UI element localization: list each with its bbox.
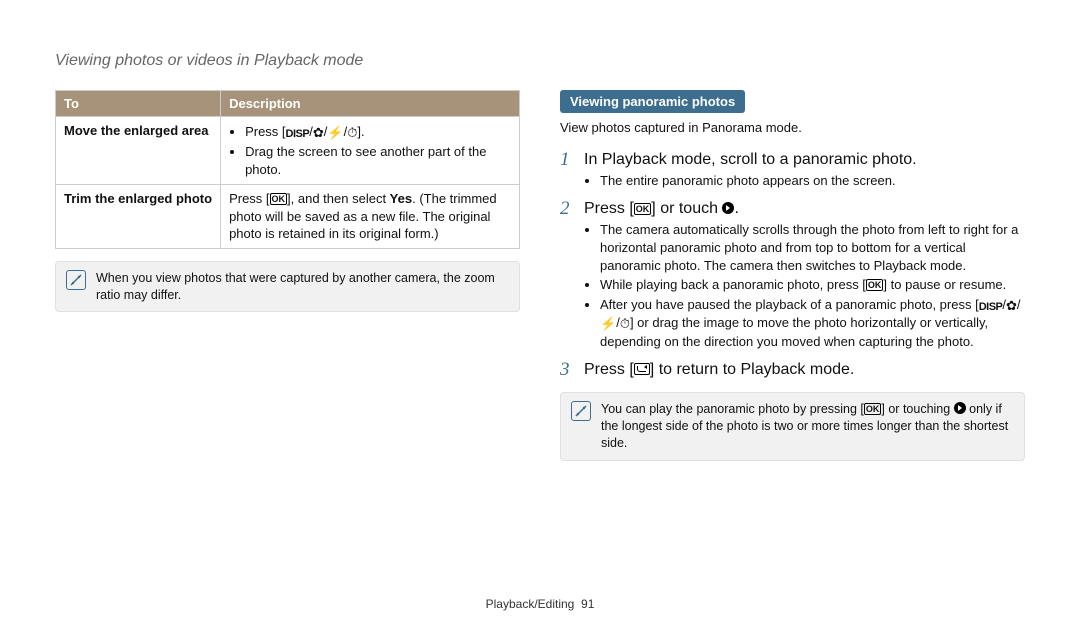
- ok-icon: OK: [270, 193, 288, 205]
- row-desc-trim: Press [OK], and then select Yes. (The tr…: [221, 185, 520, 249]
- row-label-move: Move the enlarged area: [56, 117, 221, 185]
- row-desc-move: Press [DISP/✿/⚡/⏱]. Drag the screen to s…: [221, 117, 520, 185]
- ok-icon: OK: [864, 403, 882, 415]
- step-1: In Playback mode, scroll to a panoramic …: [560, 149, 1025, 190]
- step-2-text: Press [OK] or touch .: [584, 198, 1025, 220]
- step-2: Press [OK] or touch . The camera automat…: [560, 198, 1025, 351]
- left-column: To Description Move the enlarged area Pr…: [55, 90, 520, 461]
- disp-icon: DISP: [286, 127, 310, 142]
- ok-icon: OK: [866, 279, 884, 291]
- two-column-layout: To Description Move the enlarged area Pr…: [55, 90, 1025, 461]
- left-note: When you view photos that were captured …: [55, 261, 520, 313]
- row-move-bullet-1: Press [DISP/✿/⚡/⏱].: [245, 123, 511, 142]
- row-label-trim: Trim the enlarged photo: [56, 185, 221, 249]
- step-2-sub-3: After you have paused the playback of a …: [600, 296, 1025, 351]
- flash-icon: ⚡: [600, 315, 616, 333]
- disp-icon: DISP: [979, 300, 1003, 315]
- page-title: Viewing photos or videos in Playback mod…: [55, 50, 1025, 72]
- right-note-text: You can play the panoramic photo by pres…: [601, 401, 1014, 452]
- left-note-text: When you view photos that were captured …: [96, 270, 509, 304]
- footer-page-number: 91: [581, 597, 594, 611]
- table-header-description: Description: [221, 90, 520, 117]
- ok-icon: OK: [634, 203, 652, 215]
- section-subtext: View photos captured in Panorama mode.: [560, 119, 1025, 137]
- section-heading: Viewing panoramic photos: [560, 90, 745, 114]
- step-1-sub: The entire panoramic photo appears on th…: [600, 172, 1025, 190]
- right-column: Viewing panoramic photos View photos cap…: [560, 90, 1025, 461]
- footer-section: Playback/Editing: [486, 597, 575, 611]
- play-icon: [722, 202, 734, 214]
- timer-icon: ⏱: [347, 124, 357, 142]
- table-row: Move the enlarged area Press [DISP/✿/⚡/⏱…: [56, 117, 520, 185]
- manual-page: Viewing photos or videos in Playback mod…: [0, 0, 1080, 630]
- macro-icon: ✿: [1006, 297, 1017, 315]
- back-icon: [634, 363, 650, 375]
- note-icon: [571, 401, 591, 421]
- table-row: Trim the enlarged photo Press [OK], and …: [56, 185, 520, 249]
- step-2-sub-1: The camera automatically scrolls through…: [600, 221, 1025, 274]
- note-icon: [66, 270, 86, 290]
- step-2-sub-2: While playing back a panoramic photo, pr…: [600, 276, 1025, 294]
- steps-list: In Playback mode, scroll to a panoramic …: [560, 149, 1025, 380]
- flash-icon: ⚡: [327, 124, 343, 142]
- timer-icon: ⏱: [620, 315, 630, 333]
- step-3: Press [] to return to Playback mode.: [560, 359, 1025, 381]
- page-footer: Playback/Editing 91: [0, 596, 1080, 612]
- macro-icon: ✿: [313, 124, 324, 142]
- actions-table: To Description Move the enlarged area Pr…: [55, 90, 520, 249]
- right-note: You can play the panoramic photo by pres…: [560, 392, 1025, 461]
- table-header-to: To: [56, 90, 221, 117]
- step-1-text: In Playback mode, scroll to a panoramic …: [584, 149, 1025, 171]
- play-icon: [954, 402, 966, 414]
- step-3-text: Press [] to return to Playback mode.: [584, 359, 1025, 381]
- row-move-bullet-2: Drag the screen to see another part of t…: [245, 143, 511, 178]
